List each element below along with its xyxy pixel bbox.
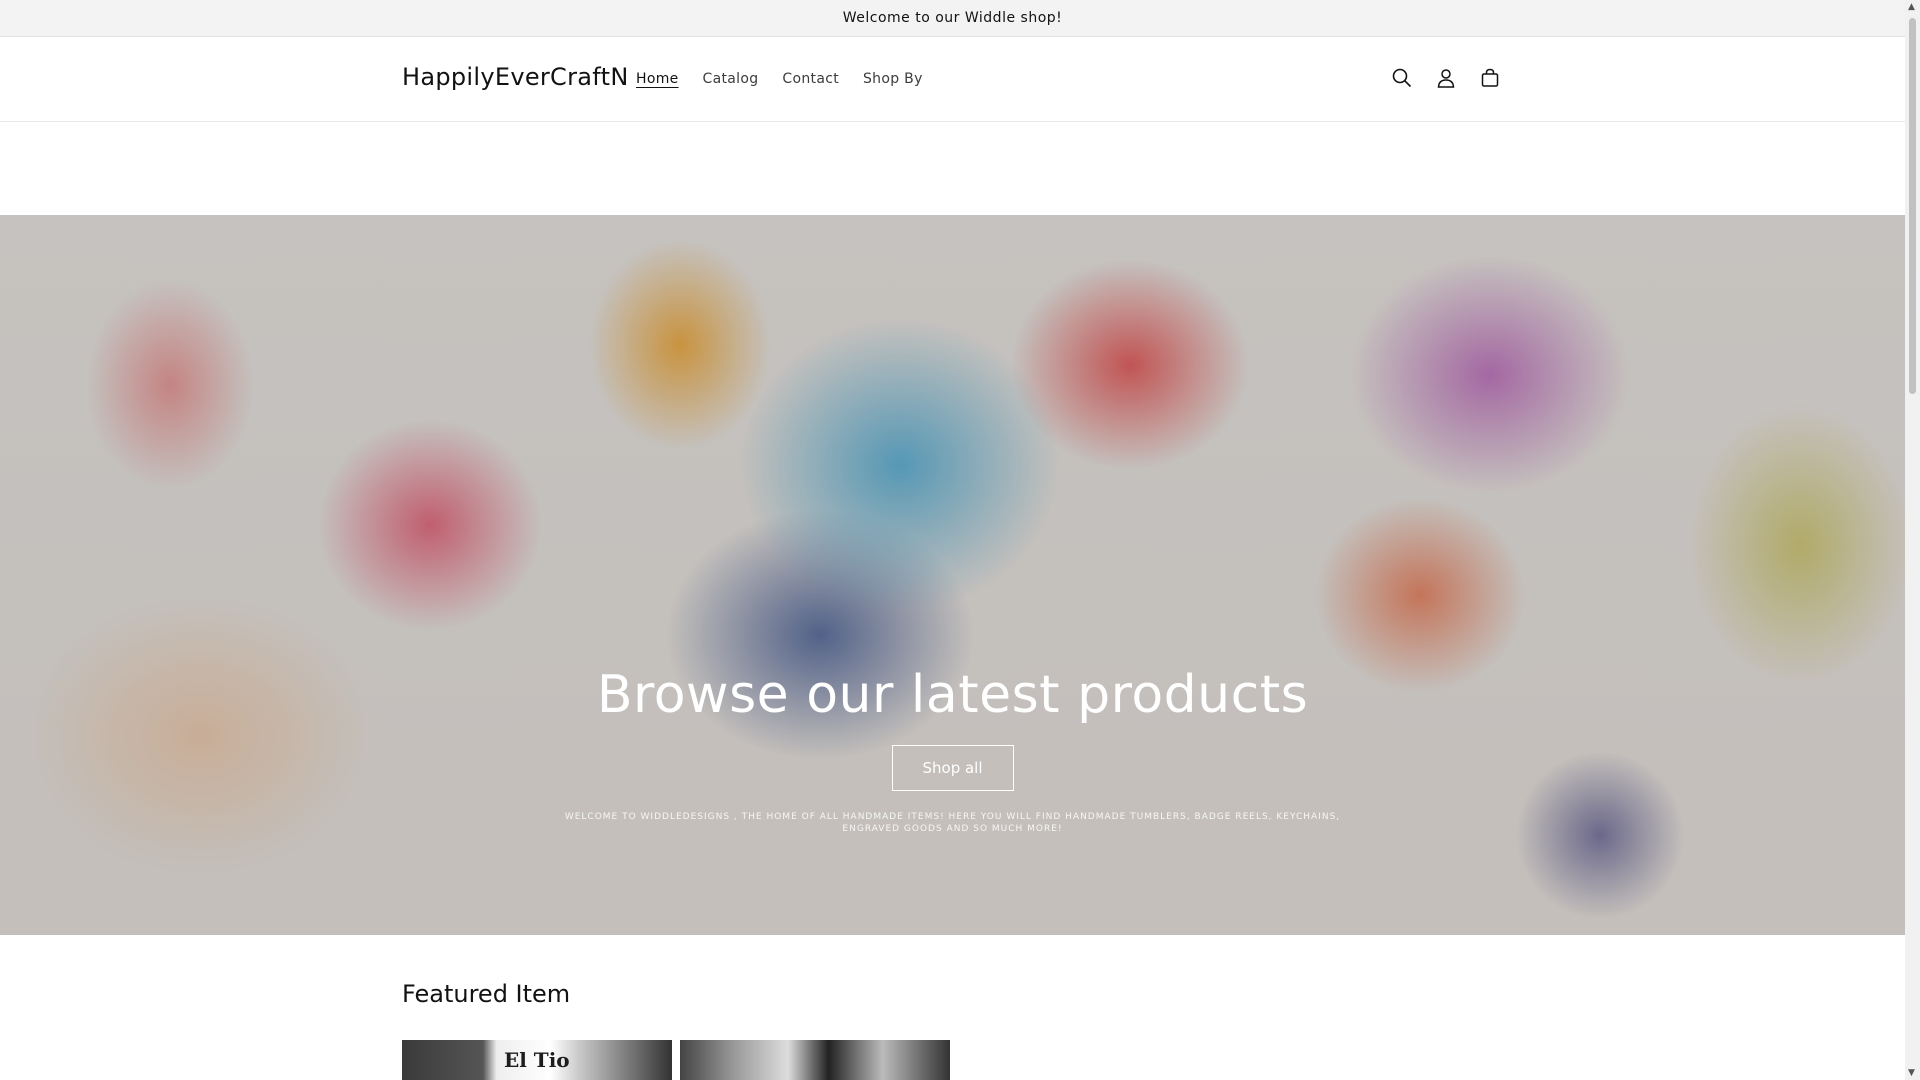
scroll-thumb[interactable] (1909, 18, 1916, 394)
main-nav: Home Catalog Contact Shop By (636, 71, 923, 87)
scroll-down-icon[interactable]: ▼ (1908, 1068, 1915, 1078)
site-header: HappilyEverCraftN Home Catalog Contact S… (0, 38, 1905, 122)
nav-item-contact[interactable]: Contact (782, 71, 839, 87)
header-icons (1390, 66, 1502, 90)
hero-description: Welcome to WiddleDesigns , the home of a… (564, 812, 1341, 834)
hero-content: Browse our latest products Shop all Welc… (0, 665, 1905, 835)
shop-all-button[interactable]: Shop all (891, 745, 1014, 791)
cart-icon[interactable] (1478, 66, 1502, 90)
featured-heading: Featured Item (402, 980, 571, 1008)
page-scrollbar[interactable]: ▲ ▼ (1905, 0, 1920, 1080)
nav-item-catalog[interactable]: Catalog (703, 71, 759, 87)
scroll-up-icon[interactable]: ▲ (1908, 2, 1915, 12)
nav-item-shop-by[interactable]: Shop By (863, 71, 923, 87)
featured-product-card[interactable]: El Tio (402, 1040, 672, 1080)
announcement-bar: Welcome to our Widdle shop! (0, 0, 1905, 37)
hero-banner: Browse our latest products Shop all Welc… (0, 215, 1905, 935)
store-logo[interactable]: HappilyEverCraftN (402, 63, 629, 91)
account-icon[interactable] (1434, 66, 1458, 90)
featured-product-card[interactable] (680, 1040, 950, 1080)
product-image-text: El Tio (504, 1048, 570, 1072)
nav-item-home[interactable]: Home (636, 71, 679, 87)
hero-title: Browse our latest products (596, 665, 1309, 725)
announcement-text: Welcome to our Widdle shop! (842, 10, 1063, 26)
search-icon[interactable] (1390, 66, 1414, 90)
